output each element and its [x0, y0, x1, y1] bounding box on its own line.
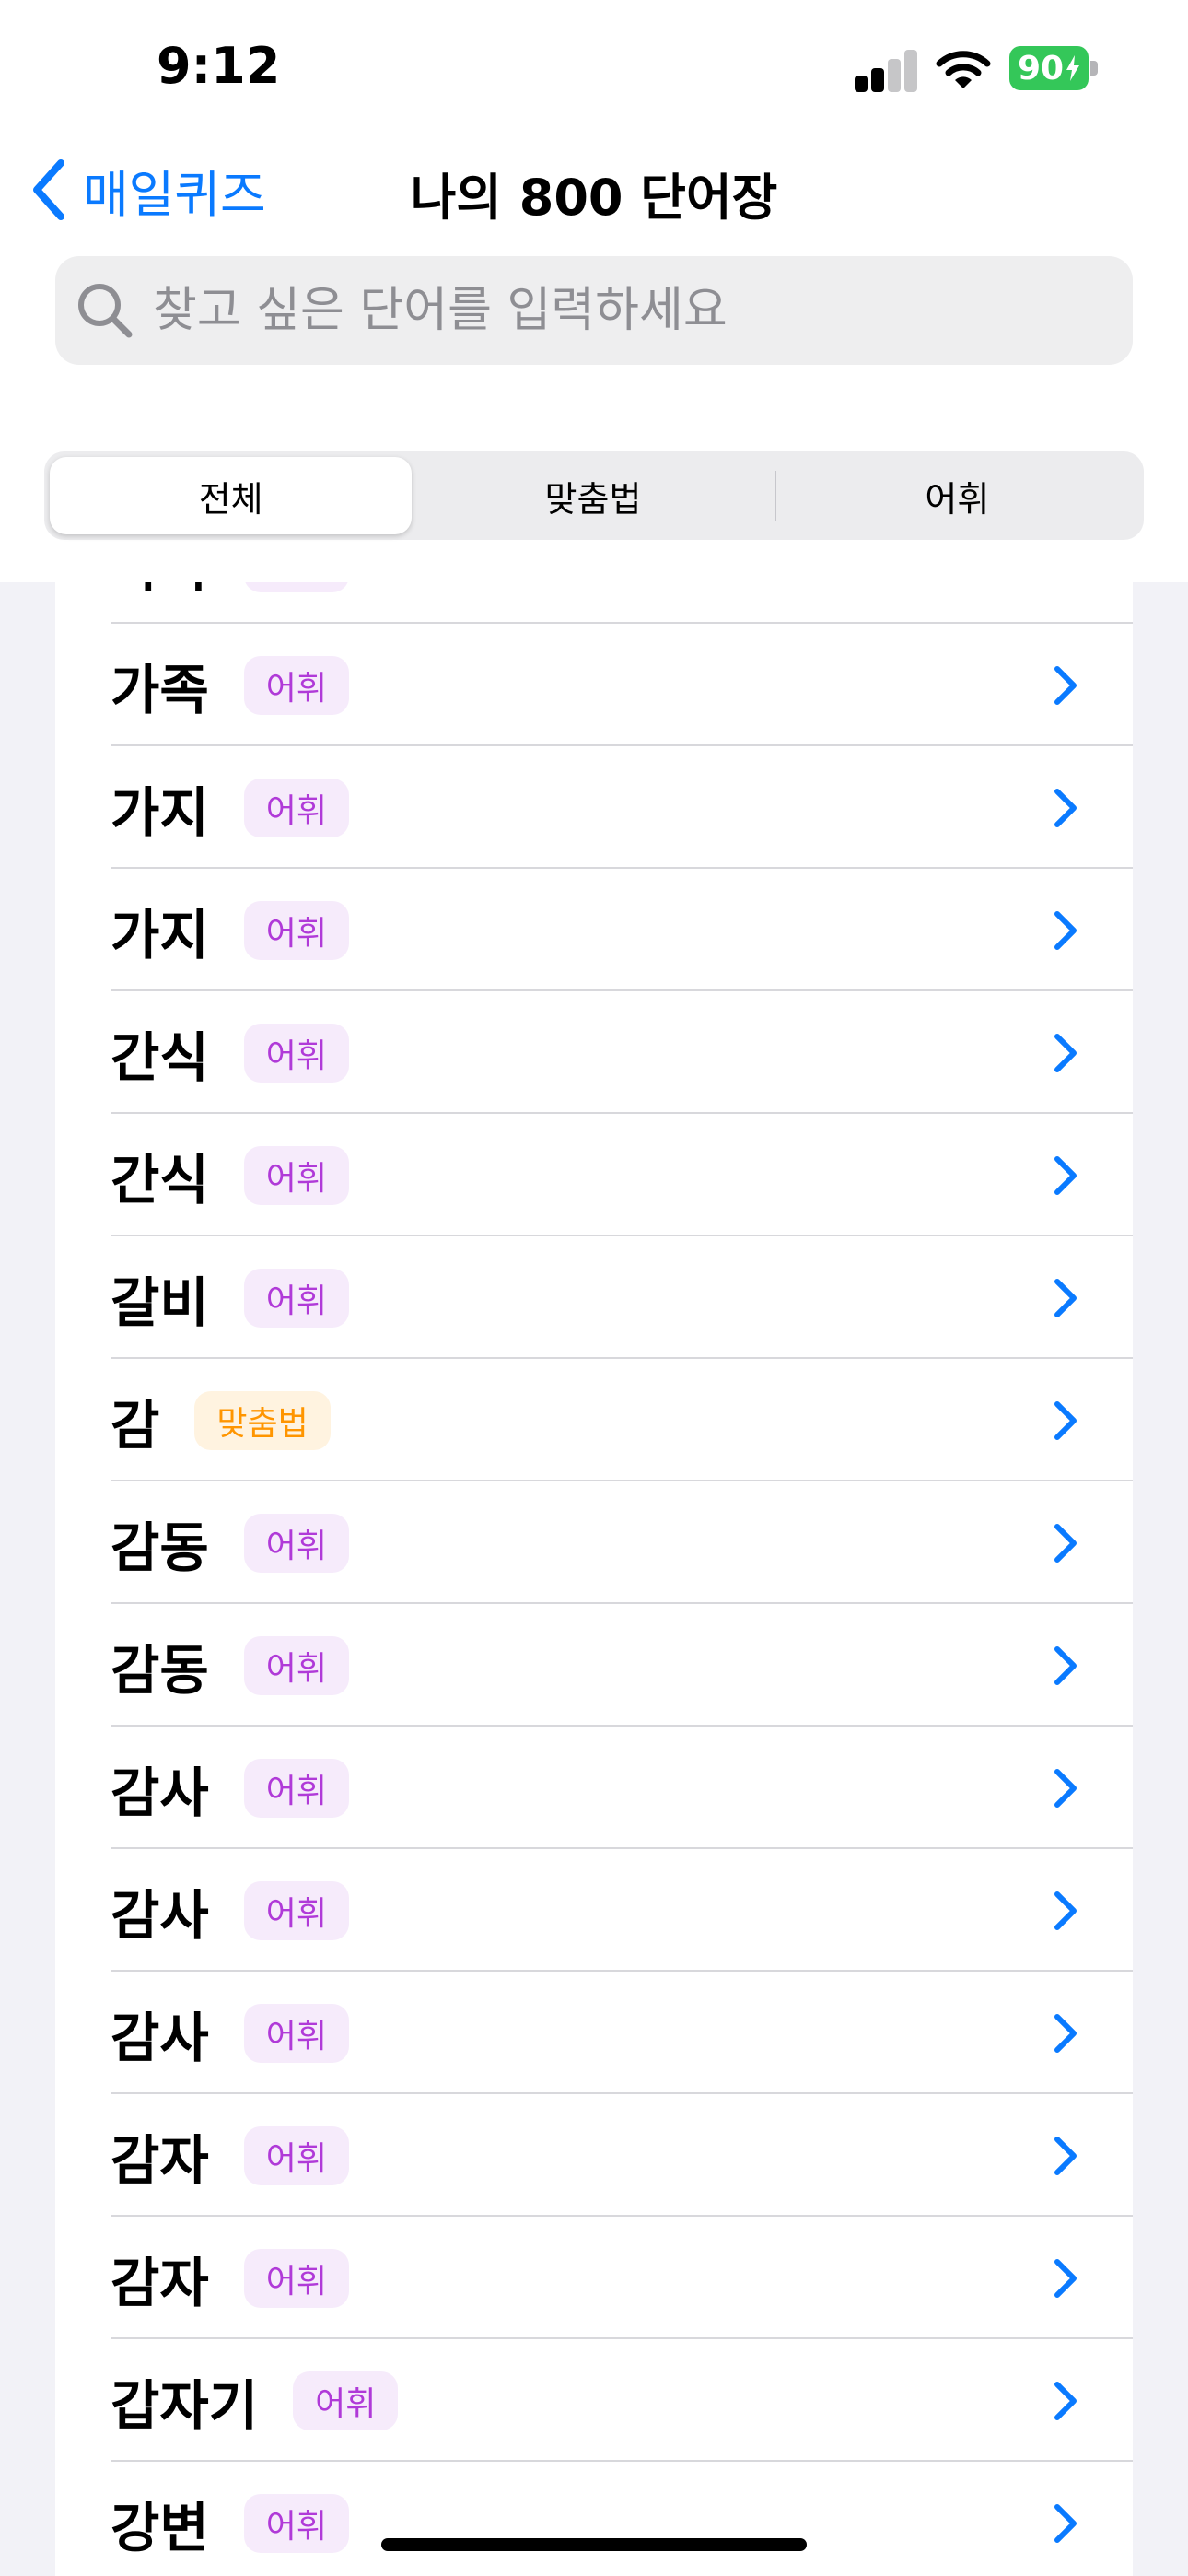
charging-bolt-icon	[1066, 55, 1080, 81]
cellular-signal-icon	[855, 48, 919, 92]
segment-spelling[interactable]: 맞춤법	[412, 457, 774, 534]
chevron-right-icon	[1054, 2258, 1077, 2298]
chevron-right-icon	[1054, 582, 1077, 583]
category-tag: 어휘	[243, 900, 349, 960]
word-row[interactable]: 강변 어휘	[55, 2462, 1133, 2576]
word-row[interactable]: 가지 어휘	[55, 746, 1133, 869]
chevron-right-icon	[1054, 665, 1077, 705]
segment-vocabulary[interactable]: 어휘	[776, 457, 1138, 534]
chevron-right-icon	[1054, 1768, 1077, 1808]
chevron-right-icon	[1054, 1523, 1077, 1563]
word-row[interactable]: 감동 어휘	[55, 1604, 1133, 1727]
segment-all[interactable]: 전체	[50, 457, 413, 534]
page-title: 나의 800 단어장	[410, 169, 778, 227]
category-tag: 어휘	[243, 2125, 349, 2185]
status-time: 9:12	[157, 37, 281, 95]
search-bar[interactable]	[55, 256, 1133, 365]
category-tag: 어휘	[243, 2493, 349, 2553]
chevron-right-icon	[1054, 2503, 1077, 2543]
segment-spelling-label: 맞춤법	[544, 478, 642, 520]
battery-indicator: 90	[1009, 46, 1098, 90]
category-tag: 어휘	[243, 1880, 349, 1940]
home-indicator[interactable]	[381, 2538, 807, 2551]
word-label: 감동	[111, 1638, 209, 1702]
word-label: 감사	[111, 1761, 209, 1824]
word-label: 가지	[111, 780, 209, 844]
category-tag: 어휘	[243, 655, 349, 715]
word-label: 강변	[111, 2496, 209, 2559]
word-row[interactable]: 감 맞춤법	[55, 1359, 1133, 1481]
category-tag: 어휘	[243, 1758, 349, 1818]
chevron-right-icon	[1054, 1400, 1077, 1440]
category-tag: 어휘	[293, 2371, 399, 2430]
category-tag: 맞춤법	[194, 1390, 331, 1450]
segment-all-label: 전체	[198, 478, 263, 520]
category-tag: 어휘	[243, 2248, 349, 2308]
word-row[interactable]: 간식 어휘	[55, 1114, 1133, 1236]
word-label: 가족	[111, 658, 209, 721]
chevron-right-icon	[1054, 788, 1077, 827]
search-input[interactable]	[153, 283, 1092, 338]
word-row[interactable]: 감사 어휘	[55, 1849, 1133, 1972]
word-row[interactable]: 감자 어휘	[55, 2094, 1133, 2217]
chevron-right-icon	[1054, 1645, 1077, 1685]
category-tag: 어휘	[243, 1268, 349, 1328]
chevron-right-icon	[1054, 1155, 1077, 1195]
word-label: 갈비	[111, 1270, 209, 1334]
segment-vocabulary-label: 어휘	[925, 478, 990, 520]
word-row[interactable]: 갑자기 어휘	[55, 2339, 1133, 2462]
word-label: 감자	[111, 2251, 209, 2314]
category-tag: 어휘	[243, 778, 349, 837]
word-list-content: 가족어휘가족어휘가지어휘가지어휘간식어휘간식어휘갈비어휘감맞춤법감동어휘감동어휘…	[55, 582, 1133, 2576]
word-label: 갑자기	[111, 2373, 259, 2437]
word-row[interactable]: 감동 어휘	[55, 1481, 1133, 1604]
chevron-right-icon	[1054, 1891, 1077, 1930]
word-label: 감사	[111, 2006, 209, 2069]
word-label: 감동	[111, 1516, 209, 1579]
word-label: 가지	[111, 903, 209, 966]
header: 9:12 90 매일퀴즈 나의 800 단어장 찾고 싶은 단어를 입력하세요 …	[0, 0, 1188, 582]
word-row[interactable]: 가족 어휘	[55, 582, 1133, 624]
word-label: 간식	[111, 1148, 209, 1212]
word-row[interactable]: 가족 어휘	[55, 624, 1133, 746]
chevron-right-icon	[1054, 910, 1077, 950]
word-row[interactable]: 감자 어휘	[55, 2217, 1133, 2339]
word-row[interactable]: 가지 어휘	[55, 869, 1133, 991]
category-tag: 어휘	[243, 582, 349, 592]
wifi-icon	[936, 51, 991, 88]
search-icon	[78, 284, 133, 338]
category-tag: 어휘	[243, 1023, 349, 1083]
category-tag: 어휘	[243, 2003, 349, 2063]
word-list[interactable]: 가족어휘가족어휘가지어휘가지어휘간식어휘간식어휘갈비어휘감맞춤법감동어휘감동어휘…	[55, 582, 1133, 2576]
word-row[interactable]: 감사 어휘	[55, 1727, 1133, 1849]
category-tag: 어휘	[243, 1635, 349, 1695]
word-row[interactable]: 갈비 어휘	[55, 1236, 1133, 1359]
chevron-right-icon	[1054, 2136, 1077, 2175]
battery-cap	[1090, 61, 1098, 76]
word-label: 가족	[111, 582, 209, 602]
word-label: 감자	[111, 2128, 209, 2192]
chevron-right-icon	[1054, 1033, 1077, 1072]
chevron-right-icon	[1054, 1278, 1077, 1317]
word-row[interactable]: 감사 어휘	[55, 1972, 1133, 2094]
word-row[interactable]: 간식 어휘	[55, 991, 1133, 1114]
chevron-right-icon	[1054, 2013, 1077, 2053]
chevron-right-icon	[1054, 2381, 1077, 2420]
word-label: 감	[111, 1393, 160, 1457]
category-segmented-control: 전체 맞춤법 어휘	[44, 451, 1144, 540]
battery-level: 90	[1017, 49, 1065, 88]
screen: 9:12 90 매일퀴즈 나의 800 단어장 찾고 싶은 단어를 입력하세요 …	[0, 0, 1188, 2576]
word-label: 감사	[111, 1883, 209, 1947]
category-tag: 어휘	[243, 1145, 349, 1205]
word-label: 간식	[111, 1025, 209, 1089]
category-tag: 어휘	[243, 1513, 349, 1573]
